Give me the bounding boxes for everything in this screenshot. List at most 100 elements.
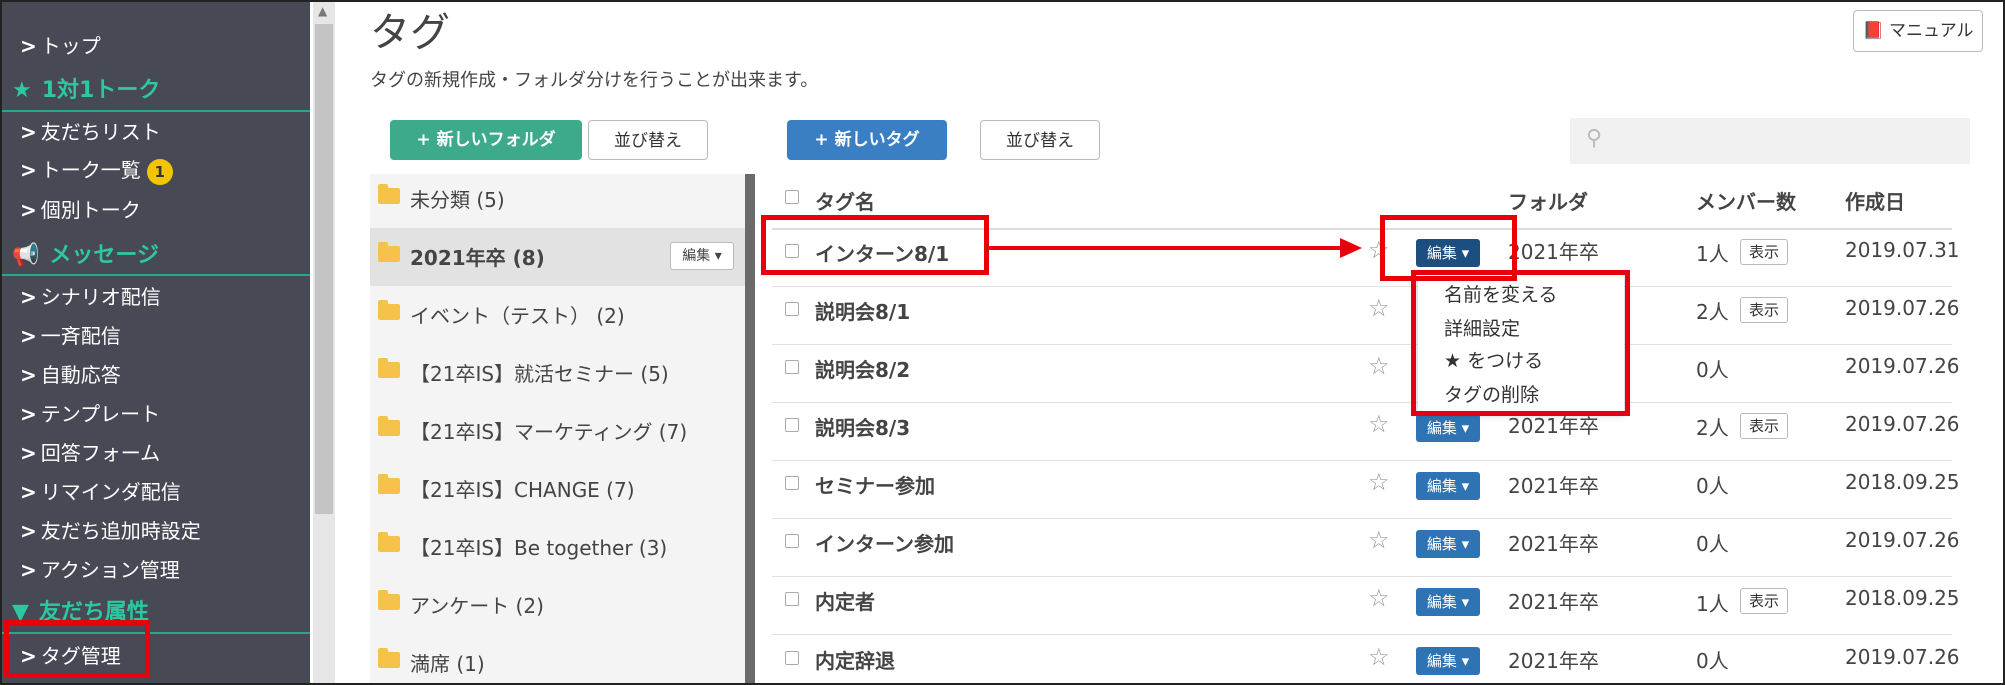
tag-folder: 2021年卒	[1508, 474, 1599, 498]
tag-members: 1人	[1696, 242, 1729, 266]
tag-edit-button[interactable]: 編集 ▾	[1416, 530, 1480, 558]
folder-item[interactable]: イベント（テスト） (2)	[370, 286, 745, 344]
tag-folder: 2021年卒	[1508, 240, 1599, 264]
tag-created: 2019.07.26	[1845, 528, 1960, 552]
show-members-button[interactable]: 表示	[1740, 413, 1788, 439]
row-divider	[772, 634, 1952, 635]
folder-item[interactable]: 【21卒IS】CHANGE (7)	[370, 460, 745, 518]
new-tag-button[interactable]: + 新しいタグ	[787, 120, 947, 160]
tag-edit-button[interactable]: 編集 ▾	[1416, 647, 1480, 675]
sort-folders-button[interactable]: 並び替え	[588, 120, 708, 160]
row-checkbox[interactable]	[785, 418, 799, 432]
column-header-members[interactable]: メンバー数	[1696, 186, 1796, 215]
sidebar-divider	[0, 274, 310, 276]
tag-name[interactable]: 内定者	[815, 586, 875, 615]
sidebar-item-friends[interactable]: > 友だちリスト	[20, 116, 161, 145]
row-divider	[772, 460, 1952, 461]
tag-name[interactable]: 説明会8/1	[815, 296, 910, 325]
folder-item[interactable]: 【21卒IS】Be together (3)	[370, 518, 745, 576]
star-icon[interactable]: ☆	[1368, 526, 1390, 554]
sort-tags-button[interactable]: 並び替え	[980, 120, 1100, 160]
row-checkbox[interactable]	[785, 360, 799, 374]
highlight-tag-management	[4, 620, 150, 678]
folder-item[interactable]: 未分類 (5)	[370, 170, 745, 228]
tag-edit-button[interactable]: 編集 ▾	[1416, 414, 1480, 442]
column-header-folder[interactable]: フォルダ	[1508, 186, 1588, 215]
folder-icon	[378, 590, 400, 610]
star-icon[interactable]: ☆	[1368, 584, 1390, 612]
sidebar-item-reminder[interactable]: > リマインダ配信	[20, 476, 181, 505]
tag-name[interactable]: 内定辞退	[815, 645, 895, 674]
tag-members: 0人	[1696, 358, 1729, 382]
new-folder-button[interactable]: + 新しいフォルダ	[390, 120, 582, 160]
tag-members: 2人	[1696, 300, 1729, 324]
sidebar-section-message: 📢 メッセージ	[12, 243, 159, 268]
row-checkbox[interactable]	[785, 651, 799, 665]
sidebar: > トップ ★ 1対1トーク > 友だちリスト > トーク一覧 1 > 個別トーク 📢 メッセ…	[0, 0, 310, 685]
folder-item[interactable]: 【21卒IS】マーケティング (7)	[370, 402, 745, 460]
show-members-button[interactable]: 表示	[1740, 588, 1788, 614]
sidebar-item-friend-add-settings[interactable]: > 友だち追加時設定	[20, 515, 201, 544]
select-all-checkbox[interactable]	[785, 190, 799, 204]
page-description: タグの新規作成・フォルダ分けを行うことが出来ます。	[370, 70, 819, 91]
highlight-dropdown	[1411, 270, 1630, 416]
sidebar-item-individual-talk[interactable]: > 個別トーク	[20, 194, 141, 223]
sidebar-item-broadcast[interactable]: > 一斉配信	[20, 320, 121, 349]
scroll-up-icon[interactable]: ▲	[318, 4, 327, 18]
column-header-created[interactable]: 作成日	[1845, 186, 1905, 215]
megaphone-icon: 📢	[12, 243, 40, 268]
column-header-name[interactable]: タグ名	[815, 186, 875, 215]
row-divider	[772, 576, 1952, 577]
sidebar-item-auto-reply[interactable]: > 自動応答	[20, 359, 121, 388]
sidebar-scroll-thumb[interactable]	[315, 24, 333, 514]
star-icon[interactable]: ☆	[1368, 352, 1390, 380]
manual-button[interactable]: 📕 マニュアル	[1853, 10, 1983, 52]
plus-icon: +	[814, 130, 829, 150]
tag-folder: 2021年卒	[1508, 590, 1599, 614]
tag-folder: 2021年卒	[1508, 532, 1599, 556]
tag-created: 2019.07.26	[1845, 412, 1960, 436]
tag-edit-button[interactable]: 編集 ▾	[1416, 588, 1480, 616]
star-icon[interactable]: ☆	[1368, 294, 1390, 322]
tag-name[interactable]: セミナー参加	[815, 470, 935, 499]
row-divider	[772, 344, 1952, 345]
panel-divider[interactable]	[745, 174, 755, 685]
row-checkbox[interactable]	[785, 592, 799, 606]
sidebar-item-top[interactable]: > トップ	[20, 30, 101, 59]
book-icon: 📕	[1862, 21, 1884, 41]
star-icon[interactable]: ☆	[1368, 643, 1390, 671]
search-input[interactable]	[1570, 118, 1970, 164]
tag-created: 2019.07.26	[1845, 296, 1960, 320]
folder-item-active[interactable]: 2021年卒 (8) 編集 ▾	[370, 228, 745, 286]
star-icon[interactable]: ☆	[1368, 410, 1390, 438]
show-members-button[interactable]: 表示	[1740, 297, 1788, 323]
folder-item[interactable]: 【21卒IS】就活セミナー (5)	[370, 344, 745, 402]
folder-edit-button[interactable]: 編集 ▾	[670, 242, 734, 270]
tag-name[interactable]: 説明会8/3	[815, 412, 910, 441]
sidebar-item-template[interactable]: > テンプレート	[20, 398, 160, 427]
row-checkbox[interactable]	[785, 302, 799, 316]
sidebar-item-talk-list[interactable]: > トーク一覧 1	[20, 154, 173, 185]
folder-item[interactable]: アンケート (2)	[370, 576, 745, 634]
tag-created: 2019.07.26	[1845, 645, 1960, 669]
row-divider	[772, 402, 1952, 403]
folder-item[interactable]: 満席 (1)	[370, 634, 745, 685]
sidebar-item-action[interactable]: > アクション管理	[20, 554, 180, 583]
row-checkbox[interactable]	[785, 476, 799, 490]
tag-edit-button[interactable]: 編集 ▾	[1416, 472, 1480, 500]
sidebar-section-talk: ★ 1対1トーク	[12, 78, 161, 103]
tag-name[interactable]: インターン参加	[815, 528, 954, 557]
sidebar-item-scenario[interactable]: > シナリオ配信	[20, 281, 161, 310]
sidebar-item-form[interactable]: > 回答フォーム	[20, 437, 160, 466]
show-members-button[interactable]: 表示	[1740, 239, 1788, 265]
tag-created: 2019.07.26	[1845, 354, 1960, 378]
row-checkbox[interactable]	[785, 534, 799, 548]
row-divider	[772, 286, 1952, 287]
sidebar-divider	[0, 110, 310, 112]
page-title: タグ	[370, 10, 450, 56]
tag-members: 2人	[1696, 416, 1729, 440]
folder-icon	[378, 532, 400, 552]
tag-name[interactable]: 説明会8/2	[815, 354, 910, 383]
tag-folder: 2021年卒	[1508, 649, 1599, 673]
star-icon[interactable]: ☆	[1368, 468, 1390, 496]
